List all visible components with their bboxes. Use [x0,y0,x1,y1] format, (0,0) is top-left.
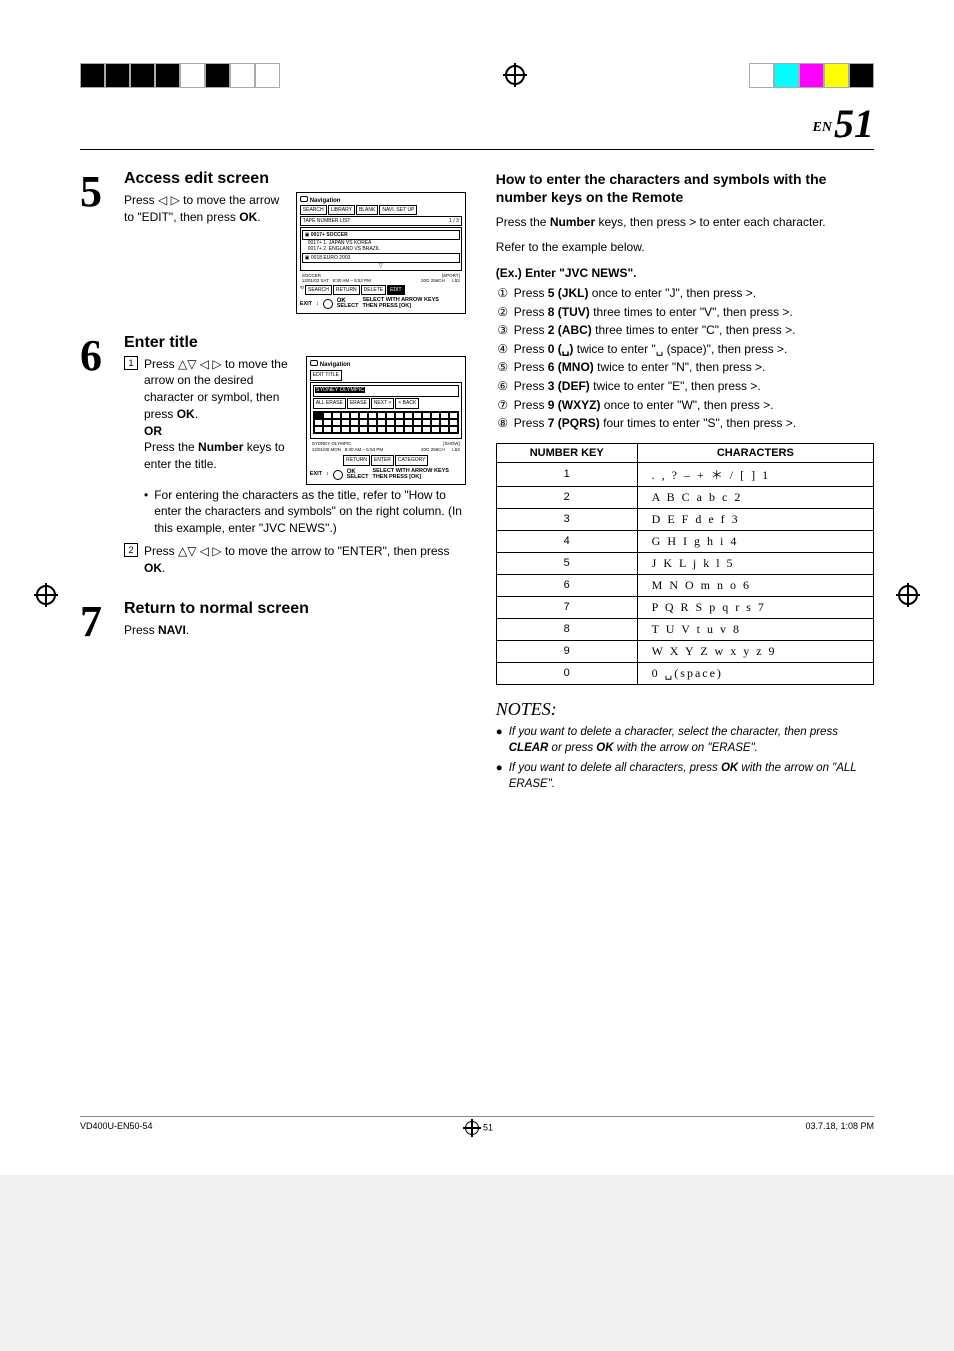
table-row: 7P Q R S p q r s 7 [496,596,873,618]
example-steps: ①Press 5 (JKL) once to enter "J", then p… [496,284,874,433]
table-row: 8T U V t u v 8 [496,618,873,640]
step-title: Enter title [124,334,466,352]
col-header-key: NUMBER KEY [496,443,637,462]
table-row: 1. , ? – + ＊ / [ ] 1 [496,462,873,486]
bullet-text: For entering the characters as the title… [154,487,466,537]
table-row: 5J K L j k l 5 [496,552,873,574]
intro-text: Press the Number keys, then press > to e… [496,214,874,231]
crosshair-icon [465,1121,479,1135]
notes-list: ●If you want to delete a character, sele… [496,724,874,792]
step-number: 6 [80,334,110,580]
step-title: Access edit screen [124,170,466,188]
table-row: 4G H I g h i 4 [496,530,873,552]
col-header-chars: CHARACTERS [637,443,873,462]
reg-boxes-right [749,63,874,88]
table-row: 00 ␣(space) [496,662,873,684]
registration-bar [80,60,874,90]
table-row: 6M N O m n o 6 [496,574,873,596]
character-table: NUMBER KEY CHARACTERS 1. , ? – + ＊ / [ ]… [496,443,874,685]
page-footer: VD400U-EN50-54 51 03.7.18, 1:08 PM [80,1116,874,1135]
table-row: 3D E F d e f 3 [496,508,873,530]
bullet-icon: • [144,487,148,537]
substep-number: 1 [124,356,138,370]
step-text: Press NAVI. [124,622,466,639]
osd-preview-edit-title: Navigation EDIT TITLE SYDNEY OLYMPIC ALL… [306,356,466,485]
osd-preview-library: Navigation SEARCH LIBRARY BLANK NAVI. SE… [296,192,466,314]
example-title: (Ex.) Enter "JVC NEWS". [496,266,874,280]
step-number: 5 [80,170,110,314]
substep-number: 2 [124,543,138,557]
step-title: Return to normal screen [124,600,466,618]
crosshair-icon [36,585,56,605]
page-number: EN51 [80,100,874,150]
reg-boxes-left [80,63,280,88]
footer-timestamp: 03.7.18, 1:08 PM [805,1121,874,1135]
crosshair-icon [898,585,918,605]
substep-text: Press △▽ ◁ ▷ to move the arrow to "ENTER… [144,543,466,577]
footer-filename: VD400U-EN50-54 [80,1121,153,1135]
table-row: 9W X Y Z w x y z 9 [496,640,873,662]
footer-page: 51 [483,1122,493,1132]
intro-text: Refer to the example below. [496,239,874,256]
page-number-value: 51 [834,101,874,146]
table-row: 2A B C a b c 2 [496,486,873,508]
crosshair-icon [505,65,525,85]
en-label: EN [813,120,832,135]
step-number: 7 [80,600,110,644]
section-heading: How to enter the characters and symbols … [496,170,874,206]
or-label: OR [144,424,162,438]
notes-heading: NOTES: [496,699,874,720]
